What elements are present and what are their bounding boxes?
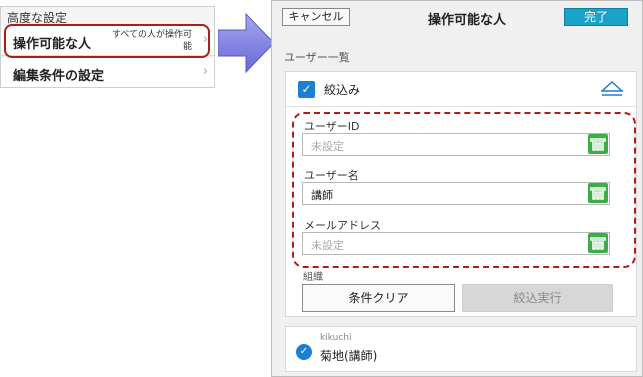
highlight-outline [292, 112, 636, 268]
user-list-heading: ユーザー一覧 [284, 51, 350, 64]
setting-row-label: 編集条件の設定 [13, 69, 105, 84]
filter-label: 絞込み [324, 83, 361, 97]
user-name: 菊地(講師) [320, 349, 378, 363]
clear-conditions-button[interactable]: 条件クリア [302, 284, 455, 312]
setting-row-edit-condition[interactable]: 編集条件の設定 › [1, 58, 214, 87]
arrow-right-icon [218, 12, 275, 74]
user-list-item[interactable]: ✓ kikuchi 菊地(講師) [285, 326, 637, 372]
divider [286, 106, 636, 107]
screen-title: 操作可能な人 [427, 13, 506, 28]
check-icon[interactable]: ✓ [296, 344, 312, 360]
user-id: kikuchi [320, 333, 352, 343]
filter-checkbox[interactable]: ✓ [298, 81, 315, 98]
run-filter-button[interactable]: 絞込実行 [462, 284, 613, 312]
done-button[interactable]: 完了 [564, 8, 628, 26]
cancel-button[interactable]: キャンセル [282, 8, 350, 26]
chevron-right-icon: › [202, 64, 208, 79]
organization-label: 組織 [303, 272, 323, 283]
collapse-icon[interactable] [601, 81, 623, 97]
highlight-outline [4, 24, 210, 58]
